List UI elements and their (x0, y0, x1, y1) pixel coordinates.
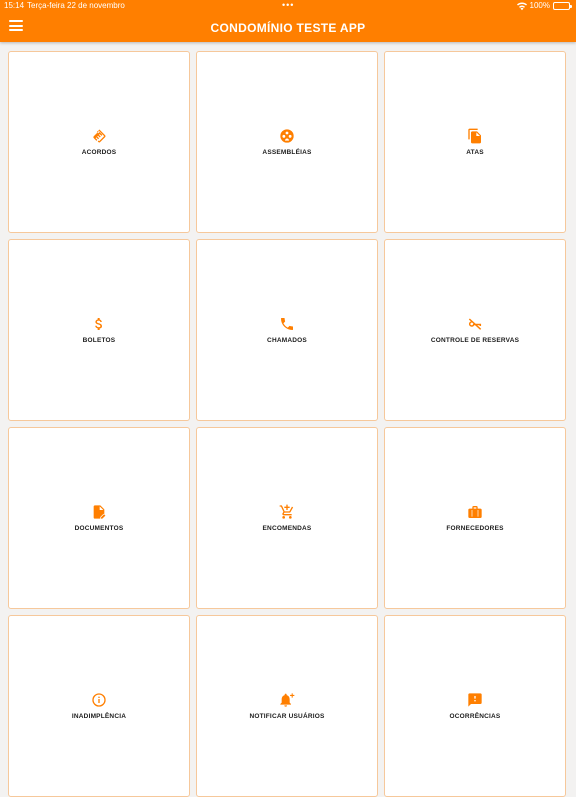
status-right: 100% (516, 1, 572, 11)
wifi-icon (516, 2, 527, 11)
add-cart-icon (279, 504, 295, 520)
battery-icon (553, 2, 572, 10)
status-bar: 15:14 Terça-feira 22 de novembro ••• 100… (0, 0, 576, 12)
key-off-icon (467, 316, 483, 332)
tile-label: ACORDOS (81, 149, 117, 156)
page-title: CONDOMÍNIO TESTE APP (210, 21, 366, 35)
tile-encomendas[interactable]: ENCOMENDAS (196, 427, 378, 609)
bell-add-icon (279, 692, 295, 708)
tile-label: CONTROLE DE RESERVAS (430, 337, 520, 344)
tile-fornecedores[interactable]: FORNECEDORES (384, 427, 566, 609)
phone-icon (279, 316, 295, 332)
document-icon (91, 504, 107, 520)
briefcase-icon (467, 504, 483, 520)
tile-chamados[interactable]: CHAMADOS (196, 239, 378, 421)
tile-label: DOCUMENTOS (74, 525, 124, 532)
tile-boletos[interactable]: BOLETOS (8, 239, 190, 421)
tile-label: NOTIFICAR USUÁRIOS (249, 713, 325, 720)
module-grid: ACORDOS ASSEMBLÉIAS ATAS BOLETOS CHAMADO… (8, 51, 566, 797)
group-icon (279, 128, 295, 144)
tile-notificar-usuarios[interactable]: NOTIFICAR USUÁRIOS (196, 615, 378, 797)
dollar-icon (91, 316, 107, 332)
tile-label: FORNECEDORES (446, 525, 504, 532)
tile-label: ASSEMBLÉIAS (262, 149, 312, 156)
tile-label: ENCOMENDAS (262, 525, 312, 532)
tile-label: BOLETOS (82, 337, 116, 344)
battery-percent: 100% (529, 1, 550, 10)
app-bar: 15:14 Terça-feira 22 de novembro ••• 100… (0, 0, 576, 42)
tile-label: OCORRÊNCIAS (449, 713, 501, 720)
info-icon (91, 692, 107, 708)
tile-ocorrencias[interactable]: OCORRÊNCIAS (384, 615, 566, 797)
tile-atas[interactable]: ATAS (384, 51, 566, 233)
tile-assembleias[interactable]: ASSEMBLÉIAS (196, 51, 378, 233)
handshake-icon (91, 128, 107, 144)
tile-controle-de-reservas[interactable]: CONTROLE DE RESERVAS (384, 239, 566, 421)
tile-inadimplencia[interactable]: INADIMPLÊNCIA (8, 615, 190, 797)
tile-label: ATAS (466, 149, 484, 156)
copy-document-icon (467, 128, 483, 144)
tile-label: CHAMADOS (267, 337, 307, 344)
tile-label: INADIMPLÊNCIA (71, 713, 127, 720)
feedback-icon (467, 692, 483, 708)
status-date: Terça-feira 22 de novembro (27, 1, 125, 10)
multitask-dots[interactable]: ••• (282, 0, 294, 10)
status-time: 15:14 (4, 1, 25, 10)
tile-documentos[interactable]: DOCUMENTOS (8, 427, 190, 609)
tile-acordos[interactable]: ACORDOS (8, 51, 190, 233)
